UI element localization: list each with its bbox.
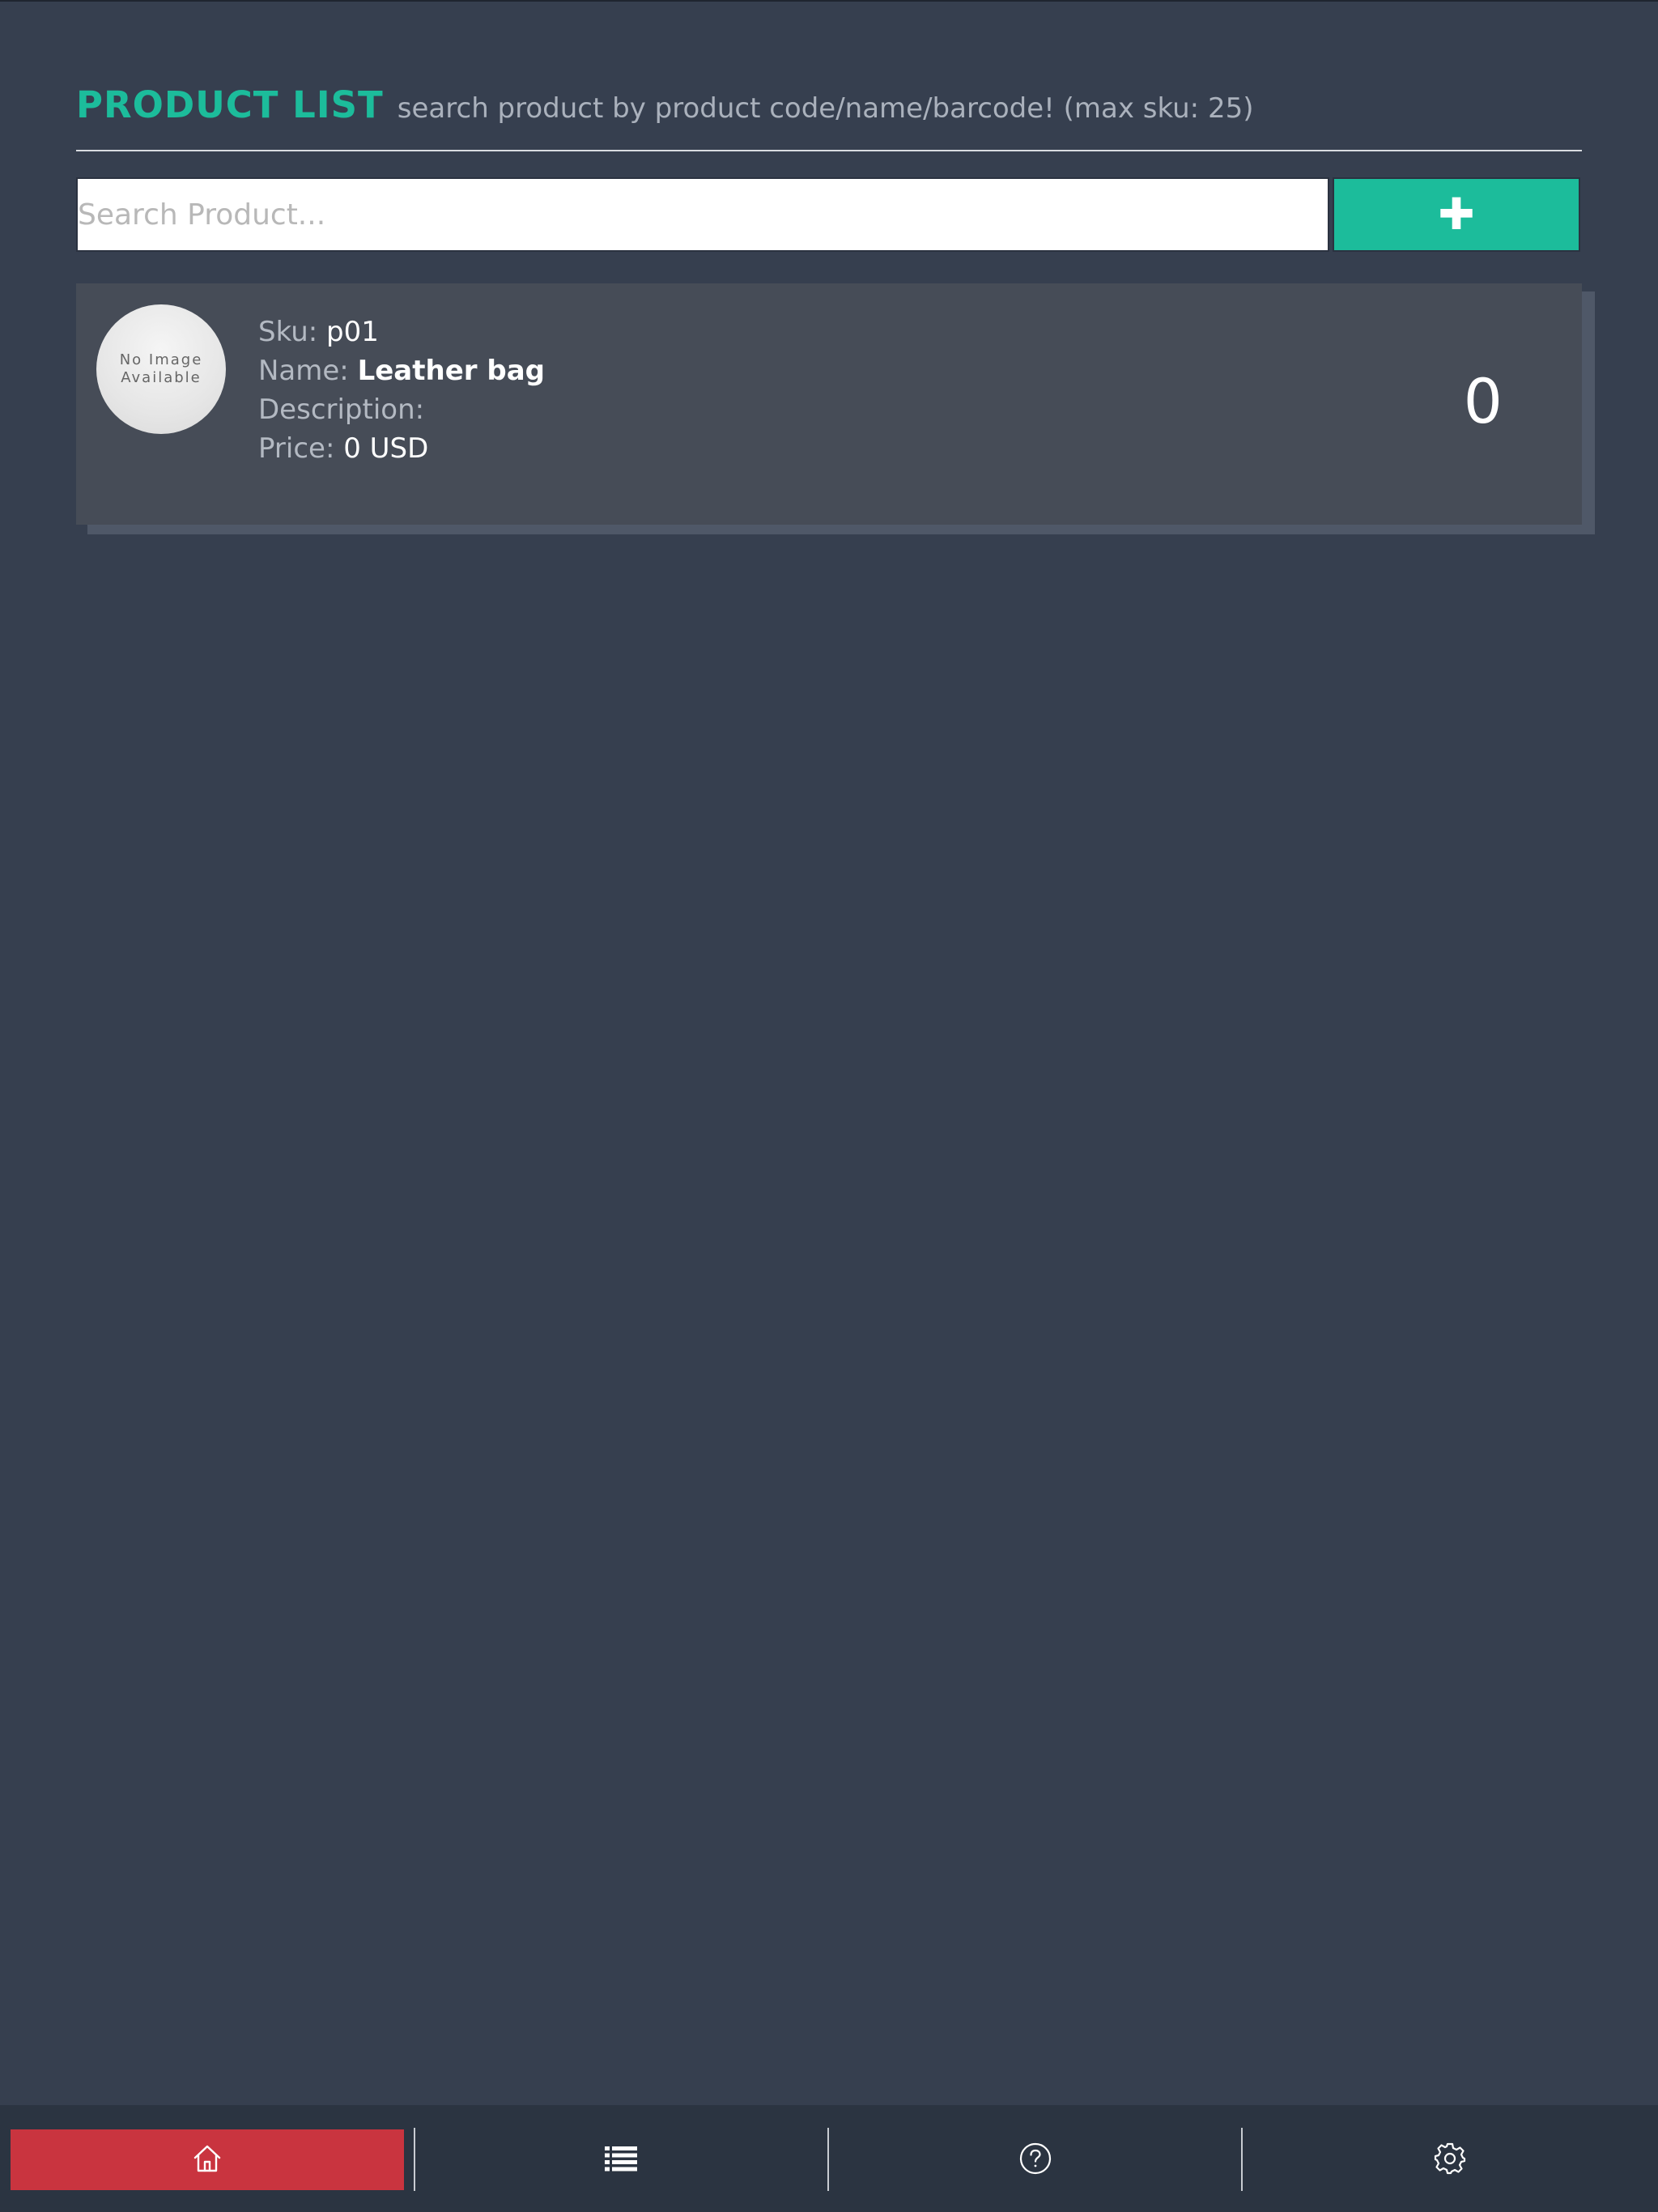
price-row: Price: 0 USD (258, 429, 545, 468)
price-label: Price: (258, 432, 335, 465)
add-product-button[interactable]: ✚ (1333, 177, 1580, 252)
page-header: PRODUCT LIST search product by product c… (76, 83, 1582, 151)
sku-label: Sku: (258, 316, 318, 348)
nav-divider (414, 2128, 415, 2191)
sku-value: p01 (326, 316, 379, 348)
description-label: Description: (258, 393, 425, 426)
no-image-text: No Image Available (119, 351, 203, 386)
description-row: Description: (258, 390, 545, 429)
product-quantity: 0 (1463, 365, 1503, 437)
nav-help-button[interactable] (831, 2129, 1240, 2190)
sku-row: Sku: p01 (258, 313, 545, 351)
nav-settings-button[interactable] (1245, 2129, 1655, 2190)
top-edge (0, 0, 1658, 2)
plus-icon: ✚ (1438, 189, 1475, 240)
list-icon (605, 2145, 637, 2176)
nav-list-button[interactable] (416, 2129, 826, 2190)
nav-home-button[interactable] (11, 2129, 404, 2190)
bottom-nav (0, 2105, 1658, 2212)
home-icon (191, 2142, 223, 2178)
help-icon (1018, 2142, 1052, 2179)
product-image: No Image Available (96, 304, 226, 434)
product-card[interactable]: No Image Available Sku: p01 Name: Leathe… (76, 283, 1582, 525)
nav-divider (827, 2128, 829, 2191)
price-value: 0 USD (343, 432, 429, 465)
page-title: PRODUCT LIST (76, 83, 384, 126)
settings-icon (1433, 2142, 1467, 2179)
name-label: Name: (258, 355, 349, 387)
name-value: Leather bag (357, 355, 545, 387)
name-row: Name: Leather bag (258, 351, 545, 390)
search-input[interactable] (76, 177, 1329, 252)
page-subtitle: search product by product code/name/barc… (397, 92, 1254, 125)
nav-divider (1241, 2128, 1243, 2191)
product-details: Sku: p01 Name: Leather bag Description: … (258, 313, 545, 468)
